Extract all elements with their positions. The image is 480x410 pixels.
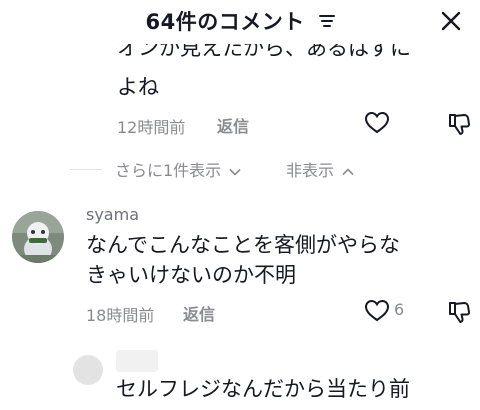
sort-icon[interactable] <box>318 15 335 27</box>
heart-icon[interactable] <box>364 111 390 135</box>
header-title-row: 64件のコメント <box>0 6 480 36</box>
comment-text-line-1: オンか見えたから、あるはずに <box>117 42 411 60</box>
username[interactable]: syama <box>86 205 139 224</box>
divider <box>70 169 102 170</box>
chevron-down-icon <box>229 168 241 176</box>
comment-text-line-1: なんでこんなことを客側がやらな <box>86 233 400 257</box>
replies-toggle-bar: さらに1件表示 非表示 <box>70 155 460 183</box>
avatar[interactable] <box>12 211 64 263</box>
comment-count-title: 64件のコメント <box>145 10 305 34</box>
hide-replies-button[interactable]: 非表示 <box>286 157 354 181</box>
username-placeholder <box>116 350 158 372</box>
comment-text: なんでこんなことを客側がやらな きゃいけないのか不明 <box>86 230 466 290</box>
hide-replies-label: 非表示 <box>286 161 335 180</box>
thumbs-down-icon[interactable] <box>447 112 471 136</box>
comment-text: オンか見えたから、あるはずに よね <box>117 42 467 102</box>
comment-timestamp: 18時間前 <box>86 306 155 325</box>
heart-icon[interactable] <box>364 299 390 323</box>
chevron-up-icon <box>342 167 354 175</box>
reply-button[interactable]: 返信 <box>217 113 249 137</box>
reply-button[interactable]: 返信 <box>183 301 215 325</box>
close-icon[interactable] <box>438 8 464 34</box>
avatar-image <box>12 211 64 263</box>
show-more-replies-label: さらに1件表示 <box>115 161 222 180</box>
comment-text-line-2: よね <box>117 75 159 99</box>
comment-text-line-2: きゃいけないのか不明 <box>86 263 296 287</box>
like-count: 6 <box>394 300 405 319</box>
thumbs-down-icon[interactable] <box>447 300 471 324</box>
comment-timestamp: 12時間前 <box>117 118 186 137</box>
comments-header: 64件のコメント <box>0 0 480 44</box>
comment-text: セルフレジなんだから当たり前 <box>116 377 410 401</box>
avatar[interactable] <box>73 355 103 385</box>
show-more-replies-button[interactable]: さらに1件表示 <box>115 157 241 181</box>
